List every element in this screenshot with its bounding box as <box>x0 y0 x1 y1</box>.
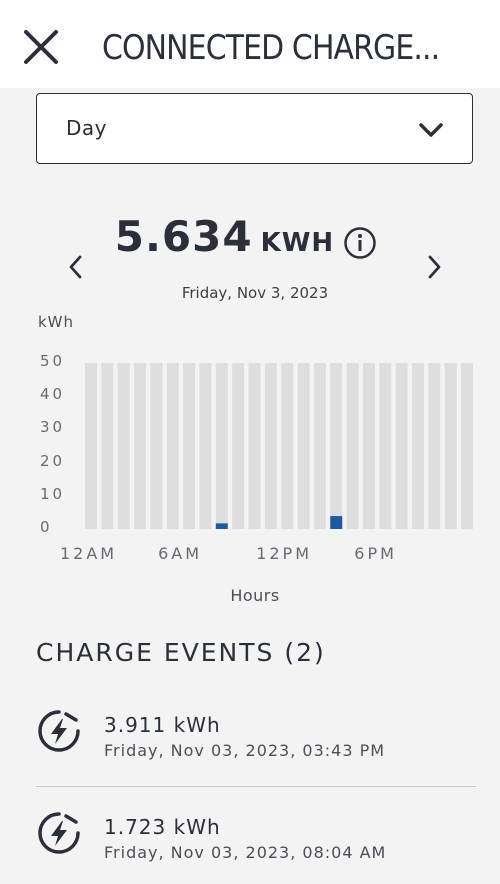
bar-background <box>199 363 212 529</box>
bar-background <box>101 363 114 529</box>
event-time: Friday, Nov 03, 2023, 08:04 AM <box>104 843 387 862</box>
bar-background <box>346 363 359 529</box>
bar-background <box>232 363 245 529</box>
bar-background <box>183 363 196 529</box>
event-divider <box>36 786 476 787</box>
charge-bolt-icon <box>38 710 80 752</box>
x-tick-label: 6PM <box>354 544 397 563</box>
bar-background <box>461 363 474 529</box>
bar-background <box>412 363 424 529</box>
charge-events-heading: CHARGE EVENTS (2) <box>36 638 326 667</box>
bar-background <box>85 363 97 529</box>
bar-background <box>428 363 441 529</box>
bar-background <box>281 363 294 529</box>
bar-background <box>150 363 163 529</box>
bar-background <box>444 363 457 529</box>
bar-background <box>313 363 326 529</box>
charge-event-item[interactable]: 1.723 kWh Friday, Nov 03, 2023, 08:04 AM <box>0 796 500 876</box>
bar-background <box>117 363 130 529</box>
event-time: Friday, Nov 03, 2023, 03:43 PM <box>104 741 386 760</box>
event-energy: 1.723 kWh <box>104 815 221 839</box>
bar-background <box>134 363 147 529</box>
bar-value <box>330 516 343 529</box>
x-axis-title: Hours <box>230 586 280 605</box>
bar-background <box>166 363 179 529</box>
bar-background <box>264 363 277 529</box>
bar-background <box>330 363 343 529</box>
x-tick-label: 6AM <box>158 544 203 563</box>
bar-background <box>379 363 392 529</box>
bar-background <box>297 363 310 529</box>
event-energy: 3.911 kWh <box>104 713 221 737</box>
x-tick-label: 12AM <box>60 544 118 563</box>
charge-bolt-icon <box>38 812 80 854</box>
bar-value <box>215 523 228 529</box>
bar-background <box>362 363 375 529</box>
x-tick-label: 12PM <box>256 544 312 563</box>
bar-background <box>248 363 261 529</box>
bar-background <box>395 363 408 529</box>
charge-event-item[interactable]: 3.911 kWh Friday, Nov 03, 2023, 03:43 PM <box>0 692 500 772</box>
bar-background <box>215 363 228 529</box>
